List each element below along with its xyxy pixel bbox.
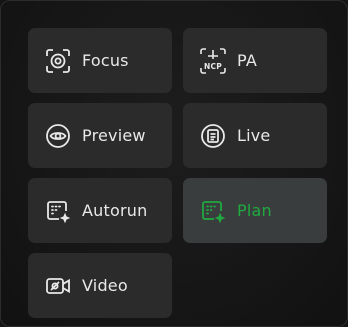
pa-icon-text: NCP xyxy=(204,62,222,71)
focus-button[interactable]: Focus xyxy=(28,28,172,93)
live-button[interactable]: Live xyxy=(183,103,327,168)
ncp-crosshair-icon: NCP xyxy=(199,47,227,75)
preview-button[interactable]: Preview xyxy=(28,103,172,168)
preview-label: Preview xyxy=(82,126,146,145)
video-label: Video xyxy=(82,276,128,295)
mode-panel: Focus NCP PA Preview Live Autorun Plan V… xyxy=(0,0,348,327)
live-document-icon xyxy=(199,122,227,150)
autorun-icon xyxy=(44,197,72,225)
plan-label: Plan xyxy=(237,201,272,220)
video-camera-icon xyxy=(44,272,72,300)
focus-icon xyxy=(44,47,72,75)
pa-button[interactable]: NCP PA xyxy=(183,28,327,93)
live-label: Live xyxy=(237,126,271,145)
video-button[interactable]: Video xyxy=(28,253,172,318)
autorun-label: Autorun xyxy=(82,201,148,220)
plan-icon xyxy=(199,197,227,225)
pa-label: PA xyxy=(237,51,257,70)
eye-icon xyxy=(44,122,72,150)
autorun-button[interactable]: Autorun xyxy=(28,178,172,243)
plan-button[interactable]: Plan xyxy=(183,178,327,243)
focus-label: Focus xyxy=(82,51,129,70)
